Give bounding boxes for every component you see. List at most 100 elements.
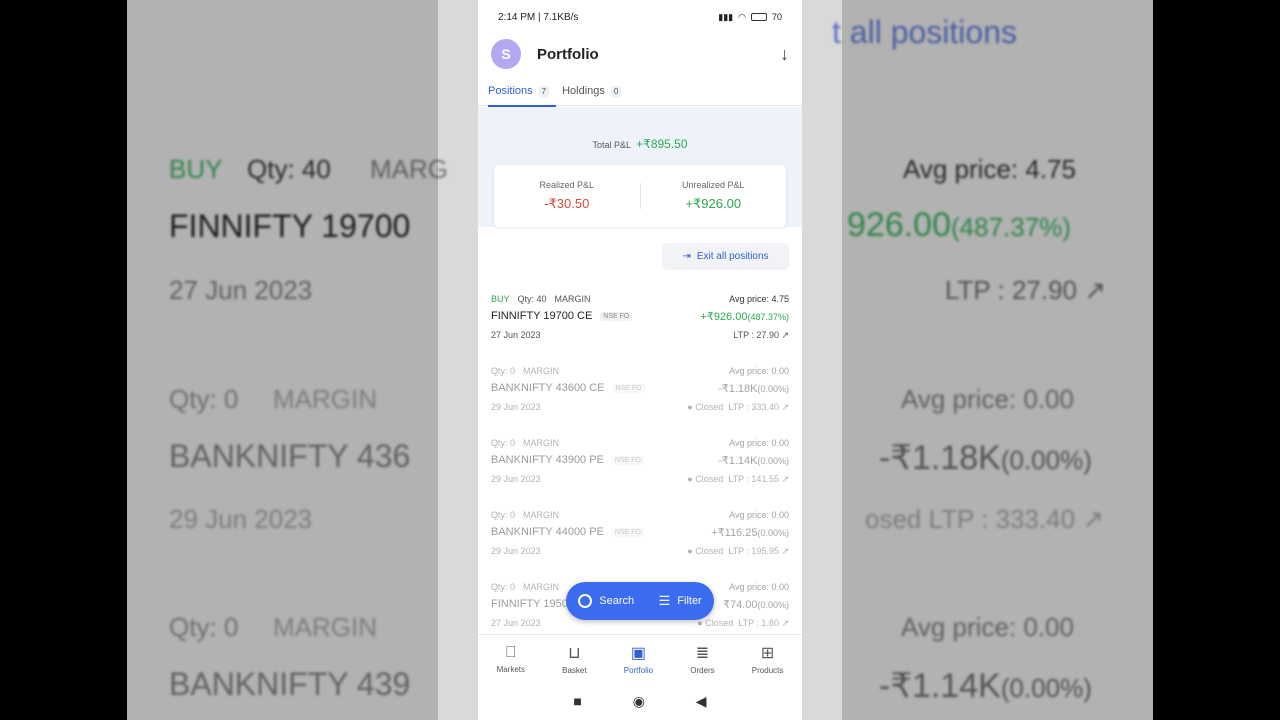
position-avg: Avg price: 0.00	[729, 510, 789, 520]
position-pnl: -₹1.14K(0.00%)	[718, 454, 789, 467]
tab-label: Holdings	[562, 85, 605, 97]
position-row[interactable]: Qty: 0 MARGIN Avg price: 0.00 BANKNIFTY …	[491, 366, 789, 426]
position-date: 29 Jun 2023	[491, 474, 541, 484]
position-pnl: -₹1.18K(0.00%)	[718, 382, 789, 395]
position-meta: Qty: 0 MARGIN	[491, 366, 559, 376]
nav-basket[interactable]: ⊔ Basket	[562, 643, 586, 675]
position-product: MARGIN	[523, 510, 560, 520]
bookmark-icon: ⎕	[505, 643, 516, 661]
nav-label: Orders	[690, 665, 715, 675]
position-date: 29 Jun 2023	[491, 402, 541, 412]
pnl-percent: (0.00%)	[757, 528, 789, 538]
pnl-value: -₹1.14K	[718, 455, 758, 467]
battery-level: 70	[771, 12, 782, 22]
position-meta: Qty: 0 MARGIN	[491, 438, 559, 448]
app-bar: S Portfolio ↓	[478, 34, 802, 74]
position-qty: Qty: 0	[491, 582, 516, 592]
pnl-value: +₹116.25	[711, 527, 758, 539]
position-status-ltp: ● Closed LTP : 333.40 ↗	[687, 402, 789, 413]
realized-pnl-label: Realized P&L	[539, 180, 595, 190]
realized-pnl-value: -₹30.50	[544, 196, 590, 211]
position-date: 27 Jun 2023	[491, 618, 541, 628]
position-instrument: BANKNIFTY 43600 CE NSE FO	[491, 382, 645, 394]
position-pnl: ₹74.00(0.00%)	[723, 598, 789, 611]
download-icon[interactable]: ↓	[780, 44, 789, 65]
unrealized-pnl-label: Unrealized P&L	[681, 180, 745, 190]
filter-button[interactable]: ☰ Filter	[659, 593, 702, 609]
position-date: 29 Jun 2023	[491, 546, 541, 556]
position-meta: BUY Qty: 40 MARGIN	[491, 294, 591, 304]
nav-label: Basket	[562, 665, 587, 675]
position-date: 27 Jun 2023	[491, 330, 541, 340]
signal-icon: ▮▮▮	[718, 11, 734, 22]
nav-orders[interactable]: ≣ Orders	[690, 643, 714, 675]
tab-holdings[interactable]: Holdings 0	[562, 76, 628, 106]
position-ltp: LTP : 333.40 ↗	[728, 402, 789, 412]
bg-shade-left	[127, 0, 438, 720]
closed-status: ● Closed	[687, 402, 724, 412]
exchange-tag: NSE FO	[611, 527, 644, 537]
position-qty: Qty: 0	[491, 366, 516, 376]
home-icon[interactable]: ◉	[633, 693, 645, 710]
total-pnl-label: Total P&L	[592, 140, 631, 150]
nav-portfolio[interactable]: ▣ Portfolio	[624, 643, 653, 675]
search-button[interactable]: Search	[578, 594, 634, 608]
position-avg: Avg price: 0.00	[729, 582, 789, 592]
pnl-summary: Total P&L +₹895.50 Realized P&L -₹30.50 …	[478, 107, 802, 227]
position-name: FINNIFTY 19700 CE	[491, 310, 593, 322]
nav-markets[interactable]: ⎕ Markets	[497, 644, 525, 674]
nav-products[interactable]: ⊞ Products	[752, 643, 784, 675]
pnl-percent: (487.37%)	[747, 312, 789, 322]
status-time: 2:14 PM | 7.1KB/s	[498, 11, 579, 23]
nav-label: Portfolio	[623, 665, 654, 675]
search-icon	[578, 594, 593, 608]
position-ltp: LTP : 27.90 ↗	[733, 330, 789, 340]
position-ltp: LTP : 195.95 ↗	[728, 546, 789, 556]
status-bar: 2:14 PM | 7.1KB/s ▮▮▮ ◠ 70	[478, 0, 802, 34]
pnl-percent: (0.00%)	[757, 600, 789, 610]
search-filter-fab: Search ☰ Filter	[566, 582, 714, 620]
exchange-tag: NSE FO	[611, 455, 644, 465]
briefcase-icon: ▣	[630, 644, 646, 662]
battery-icon	[750, 13, 767, 21]
tab-label: Positions	[488, 85, 533, 97]
filter-icon: ☰	[658, 593, 671, 608]
position-avg: Avg price: 0.00	[729, 438, 789, 448]
closed-status: ● Closed	[697, 618, 734, 628]
pnl-percent: (0.00%)	[757, 456, 789, 466]
position-row[interactable]: Qty: 0 MARGIN Avg price: 0.00 BANKNIFTY …	[491, 510, 789, 570]
wifi-icon: ◠	[738, 11, 746, 22]
pnl-card: Realized P&L -₹30.50 Unrealized P&L +₹92…	[494, 165, 786, 227]
position-status-ltp: ● Closed LTP : 141.55 ↗	[687, 474, 789, 485]
position-status-ltp: ● Closed LTP : 1.80 ↗	[697, 618, 789, 629]
unrealized-pnl: Unrealized P&L +₹926.00	[641, 180, 787, 212]
position-name: BANKNIFTY 43900 PE	[491, 454, 604, 466]
tab-count: 7	[538, 85, 550, 97]
position-status-ltp: ● Closed LTP : 195.95 ↗	[687, 546, 789, 557]
bottom-nav: ⎕ Markets ⊔ Basket ▣ Portfolio ≣ Orders …	[478, 634, 802, 682]
closed-status: ● Closed	[687, 474, 724, 484]
position-row[interactable]: Qty: 0 MARGIN Avg price: 0.00 BANKNIFTY …	[491, 438, 789, 498]
basket-icon: ⊔	[568, 644, 581, 662]
position-row[interactable]: BUY Qty: 40 MARGIN Avg price: 4.75 FINNI…	[491, 294, 789, 354]
position-avg: Avg price: 4.75	[729, 294, 789, 304]
status-indicators: ▮▮▮ ◠ 70	[718, 12, 782, 23]
position-product: MARGIN	[523, 366, 560, 376]
exit-all-positions-button[interactable]: ⇥ Exit all positions	[662, 243, 789, 270]
back-icon[interactable]: ◀	[696, 693, 707, 710]
recents-icon[interactable]: ■	[573, 693, 581, 709]
position-pnl: +₹926.00(487.37%)	[700, 310, 789, 323]
position-meta: Qty: 0 MARGIN	[491, 582, 559, 592]
tab-positions[interactable]: Positions 7	[488, 76, 557, 107]
system-nav: ■ ◉ ◀	[478, 682, 802, 720]
pnl-percent: (0.00%)	[757, 384, 789, 394]
exchange-tag: NSE FO	[612, 383, 645, 393]
position-qty: Qty: 40	[517, 294, 547, 304]
pnl-value: -₹1.18K	[718, 383, 758, 395]
closed-status: ● Closed	[687, 546, 724, 556]
realized-pnl: Realized P&L -₹30.50	[494, 180, 640, 212]
avatar[interactable]: S	[491, 39, 521, 69]
screen: t all positions BUY Qty: 40 MARG Avg pri…	[0, 0, 1280, 720]
filter-label: Filter	[677, 595, 702, 607]
position-side: BUY	[491, 294, 510, 304]
